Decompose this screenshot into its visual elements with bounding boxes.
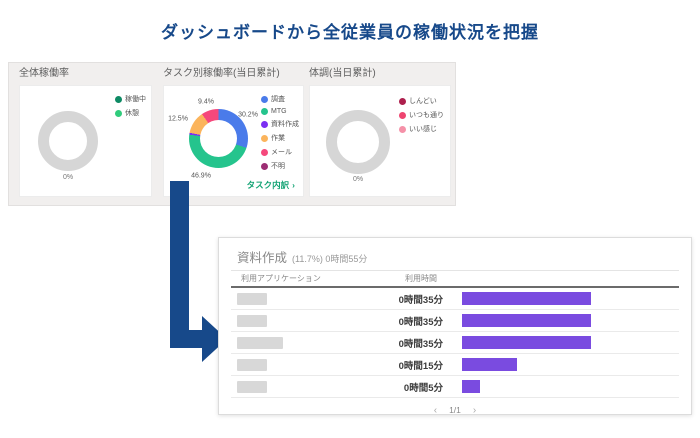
usage-bar: [462, 358, 517, 371]
legend-dot: [399, 98, 406, 105]
panel-condition-title: 体調(当日累計): [309, 67, 451, 81]
pagination-prev-icon[interactable]: ‹: [434, 405, 437, 416]
overall-rate-legend: 稼働中 休憩: [115, 94, 146, 122]
usage-time: 0時間35分: [371, 292, 443, 306]
table-row: 0時間35分: [231, 310, 679, 332]
task-donut-hole: [200, 120, 237, 157]
condition-donut-chart: [326, 110, 390, 174]
detail-header: 資料作成 (11.7%) 0時間55分: [219, 238, 691, 270]
chevron-right-icon: ›: [292, 180, 295, 190]
panel-condition: 体調(当日累計) しんどい いつも通り いい感じ: [309, 67, 451, 197]
legend-label: 不明: [271, 161, 285, 171]
panel-overall-rate-title: 全体稼働率: [19, 67, 152, 81]
legend-label: メール: [271, 147, 292, 157]
usage-bar: [462, 380, 480, 393]
page: ダッシュボードから全従業員の稼働状況を把握 全体稼働率 稼働中 休憩 0%: [0, 0, 700, 438]
legend-label: 調査: [271, 94, 285, 104]
legend-item-kyuukei: 休憩: [115, 108, 146, 118]
legend-label: しんどい: [409, 96, 437, 106]
table-row: 0時間5分: [231, 376, 679, 398]
task-breakdown-link[interactable]: タスク内訳›: [247, 179, 295, 191]
legend-dot: [399, 126, 406, 133]
legend-dot: [261, 108, 268, 115]
legend-label: MTG: [271, 108, 287, 115]
legend-item-kadouchu: 稼働中: [115, 94, 146, 104]
usage-bar: [462, 336, 591, 349]
redacted-app-name: [237, 293, 267, 305]
overall-rate-donut-chart: [38, 111, 98, 171]
legend-label: 休憩: [125, 108, 139, 118]
usage-time: 0時間15分: [371, 358, 443, 372]
detail-subtitle: (11.7%) 0時間55分: [292, 252, 367, 265]
condition-legend: しんどい いつも通り いい感じ: [399, 96, 444, 138]
table-row: 0時間35分: [231, 288, 679, 310]
legend-dot: [115, 96, 122, 103]
legend-item-chousa: 調査: [261, 94, 299, 104]
task-breakdown-link-label: タスク内訳: [247, 180, 290, 190]
legend-item-iikanji: いい感じ: [399, 124, 444, 134]
table-row: 0時間35分: [231, 332, 679, 354]
legend-item-shindoi: しんどい: [399, 96, 444, 106]
slice-label-mtg: 46.9%: [191, 173, 211, 180]
legend-item-mail: メール: [261, 147, 299, 157]
pagination: ‹ 1/1 ›: [231, 400, 679, 420]
slice-label-sagyou: 12.5%: [168, 116, 188, 123]
legend-label: いつも通り: [409, 110, 444, 120]
panel-condition-card: しんどい いつも通り いい感じ 0%: [309, 85, 451, 197]
legend-item-shiryosakusei: 資料作成: [261, 119, 299, 129]
overall-rate-zero-label: 0%: [38, 174, 98, 181]
usage-time: 0時間35分: [371, 314, 443, 328]
redacted-app-name: [237, 315, 267, 327]
legend-dot: [115, 110, 122, 117]
legend-label: 作業: [271, 133, 285, 143]
table-header-row: 利用アプリケーション 利用時間: [231, 270, 679, 288]
usage-time: 0時間35分: [371, 336, 443, 350]
usage-time: 0時間5分: [371, 380, 443, 394]
redacted-app-name: [237, 359, 267, 371]
legend-dot: [261, 163, 268, 170]
legend-dot: [261, 121, 268, 128]
redacted-app-name: [237, 337, 283, 349]
panel-task-rate-title: タスク別稼働率(当日累計): [163, 67, 304, 81]
app-usage-table: 利用アプリケーション 利用時間 0時間35分 0時間35分 0時間35分: [231, 270, 679, 420]
legend-dot: [261, 135, 268, 142]
panel-overall-rate: 全体稼働率 稼働中 休憩 0%: [19, 67, 152, 197]
panel-overall-rate-card: 稼働中 休憩 0%: [19, 85, 152, 197]
slice-label-mail: 9.4%: [198, 99, 214, 106]
legend-dot: [261, 96, 268, 103]
table-row: 0時間15分: [231, 354, 679, 376]
pagination-page-label: 1/1: [449, 405, 461, 415]
usage-bar: [462, 314, 591, 327]
column-header-app: 利用アプリケーション: [231, 273, 371, 284]
legend-item-itsumodoori: いつも通り: [399, 110, 444, 120]
legend-item-fumei: 不明: [261, 161, 299, 171]
condition-zero-label: 0%: [326, 176, 390, 183]
detail-title: 資料作成: [237, 247, 287, 266]
redacted-app-name: [237, 381, 267, 393]
slice-label-chousa: 30.2%: [238, 112, 258, 119]
task-detail-card: 資料作成 (11.7%) 0時間55分 利用アプリケーション 利用時間 0時間3…: [218, 237, 692, 415]
column-header-time: 利用時間: [371, 273, 443, 284]
legend-dot: [261, 149, 268, 156]
legend-item-sagyou: 作業: [261, 133, 299, 143]
legend-label: 資料作成: [271, 119, 299, 129]
task-rate-legend: 調査 MTG 資料作成 作業: [261, 94, 299, 175]
page-title: ダッシュボードから全従業員の稼働状況を把握: [0, 18, 700, 43]
panel-task-rate: タスク別稼働率(当日累計) 9.4% 30.2% 12.5% 46.9% 調査: [163, 67, 304, 197]
legend-item-mtg: MTG: [261, 108, 299, 115]
legend-label: 稼働中: [125, 94, 146, 104]
legend-label: いい感じ: [409, 124, 437, 134]
pagination-next-icon[interactable]: ›: [473, 405, 476, 416]
legend-dot: [399, 112, 406, 119]
usage-bar: [462, 292, 591, 305]
